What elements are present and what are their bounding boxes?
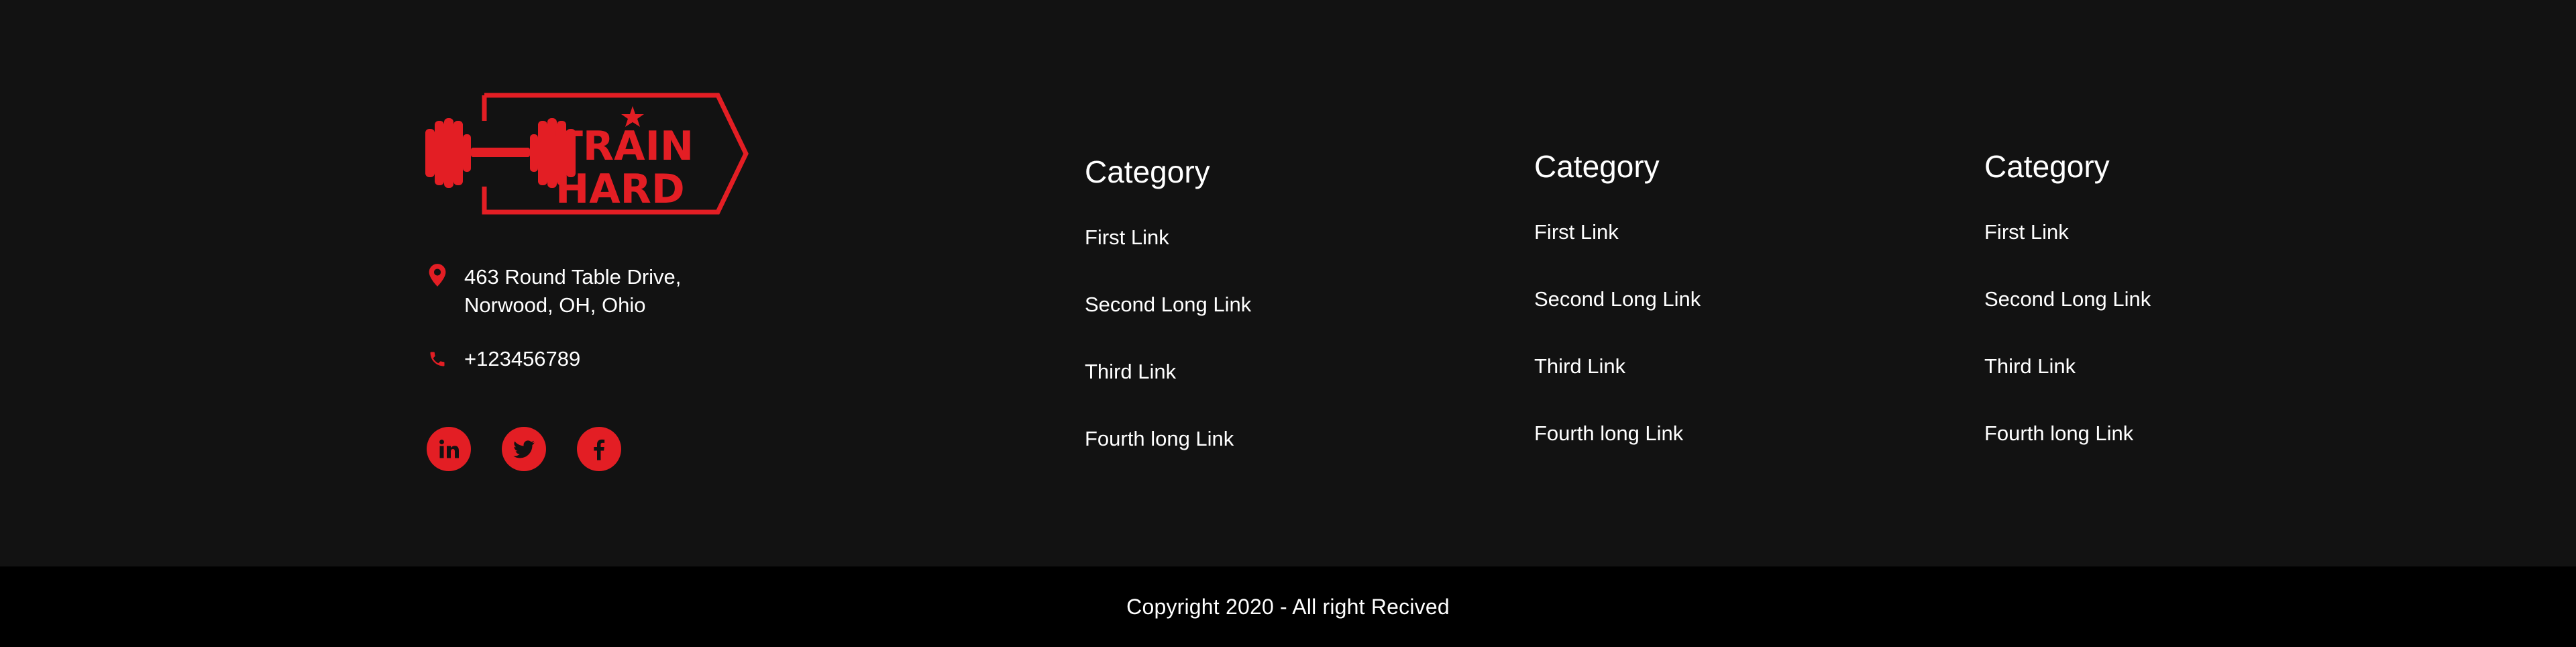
copyright-text: Copyright 2020 - All right Recived bbox=[1126, 594, 1450, 619]
facebook-button[interactable] bbox=[577, 427, 621, 471]
map-pin-icon bbox=[429, 264, 446, 287]
link-column-1: Category First Link Second Long Link Thi… bbox=[1085, 152, 1251, 493]
column-link[interactable]: Third Link bbox=[1984, 353, 2151, 380]
copyright-bar: Copyright 2020 - All right Recived bbox=[0, 566, 2576, 647]
linkedin-icon bbox=[439, 440, 459, 458]
phone-number[interactable]: +123456789 bbox=[464, 345, 580, 373]
svg-text:TRAIN: TRAIN bbox=[555, 123, 694, 170]
column-link[interactable]: First Link bbox=[1534, 219, 1701, 246]
address-line-1: 463 Round Table Drive, bbox=[464, 265, 682, 289]
column-link[interactable]: Fourth long Link bbox=[1085, 426, 1251, 452]
link-column-2: Category First Link Second Long Link Thi… bbox=[1534, 146, 1701, 487]
column-link[interactable]: First Link bbox=[1085, 224, 1251, 251]
linkedin-button[interactable] bbox=[427, 427, 471, 471]
dumbbell-icon bbox=[425, 118, 576, 188]
train-hard-logo[interactable]: TRAIN HARD bbox=[424, 91, 751, 216]
column-title: Category bbox=[1534, 149, 1660, 184]
footer-main: TRAIN HARD 463 Round Table Drive, Norwoo… bbox=[0, 0, 2576, 566]
address-row: 463 Round Table Drive, Norwood, OH, Ohio bbox=[428, 263, 681, 319]
column-title: Category bbox=[1984, 149, 2110, 184]
facebook-icon bbox=[594, 439, 605, 460]
address-text: 463 Round Table Drive, Norwood, OH, Ohio bbox=[464, 263, 681, 319]
column-link[interactable]: First Link bbox=[1984, 219, 2151, 246]
address-line-2: Norwood, OH, Ohio bbox=[464, 293, 646, 317]
column-link[interactable]: Second Long Link bbox=[1534, 286, 1701, 313]
svg-text:HARD: HARD bbox=[555, 166, 685, 213]
social-links bbox=[427, 427, 652, 471]
twitter-button[interactable] bbox=[502, 427, 546, 471]
column-link[interactable]: Third Link bbox=[1534, 353, 1701, 380]
column-link[interactable]: Fourth long Link bbox=[1984, 420, 2151, 447]
phone-icon bbox=[430, 352, 445, 366]
phone-row[interactable]: +123456789 bbox=[428, 345, 580, 373]
column-link[interactable]: Second Long Link bbox=[1085, 291, 1251, 318]
column-title: Category bbox=[1085, 154, 1210, 189]
column-link[interactable]: Fourth long Link bbox=[1534, 420, 1701, 447]
column-link[interactable]: Second Long Link bbox=[1984, 286, 2151, 313]
twitter-icon bbox=[513, 440, 535, 458]
link-column-3: Category First Link Second Long Link Thi… bbox=[1984, 146, 2151, 487]
column-link[interactable]: Third Link bbox=[1085, 358, 1251, 385]
